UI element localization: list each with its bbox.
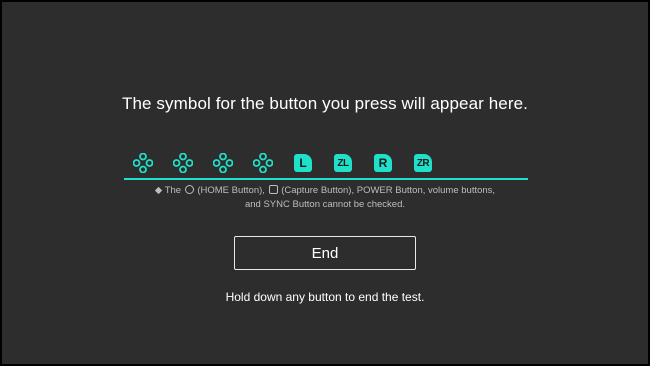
hold-instruction: Hold down any button to end the test.: [225, 290, 425, 304]
note-line-1: ◆ The (HOME Button), (Capture Button), P…: [2, 184, 648, 198]
note-bullet: ◆: [154, 185, 163, 196]
controller-test-screen: The symbol for the button you press will…: [2, 2, 648, 364]
note-line-2: and SYNC Button cannot be checked.: [244, 199, 406, 210]
zl-button-icon: ZL: [332, 152, 354, 174]
unchecked-buttons-note: ◆ The (HOME Button), (Capture Button), P…: [2, 184, 648, 212]
button-icons-row: L ZL R ZR: [132, 152, 452, 174]
end-button[interactable]: End: [234, 236, 416, 270]
note-home: (HOME Button),: [197, 185, 265, 196]
zl-button-label: ZL: [334, 154, 352, 172]
divider-line: [124, 178, 528, 180]
l-button-label: L: [294, 154, 312, 172]
note-capture: (Capture Button), POWER Button, volume b…: [281, 185, 496, 196]
capture-button-icon: [268, 185, 278, 194]
dpad-icon: [132, 152, 154, 174]
l-button-icon: L: [292, 152, 314, 174]
zr-button-label: ZR: [414, 154, 432, 172]
prompt-text: The symbol for the button you press will…: [122, 94, 528, 113]
note-part1: The: [164, 185, 182, 196]
r-button-icon: R: [372, 152, 394, 174]
dpad-icon: [172, 152, 194, 174]
zr-button-icon: ZR: [412, 152, 434, 174]
home-button-icon: [184, 185, 194, 194]
dpad-icon: [212, 152, 234, 174]
dpad-icon: [252, 152, 274, 174]
r-button-label: R: [374, 154, 392, 172]
